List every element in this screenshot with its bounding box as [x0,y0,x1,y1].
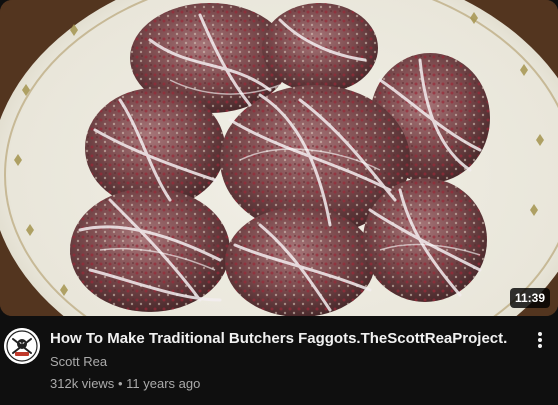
video-thumbnail[interactable]: 11:39 [0,0,558,316]
view-count: 312k views [50,376,115,391]
channel-name[interactable]: Scott Rea [50,353,107,371]
thumbnail-image [0,0,558,316]
video-stats: 312k views • 11 years ago [50,375,200,393]
channel-avatar-icon[interactable] [4,328,40,364]
duration-badge: 11:39 [509,288,550,308]
upload-age: 11 years ago [126,376,201,391]
stats-separator: • [117,376,123,391]
more-vert-icon [538,332,542,348]
video-card[interactable]: 11:39 How To Make Traditional Butchers F… [0,0,558,405]
video-meta: How To Make Traditional Butchers Faggots… [0,324,558,405]
more-options-button[interactable] [528,328,552,352]
video-title[interactable]: How To Make Traditional Butchers Faggots… [50,329,510,349]
